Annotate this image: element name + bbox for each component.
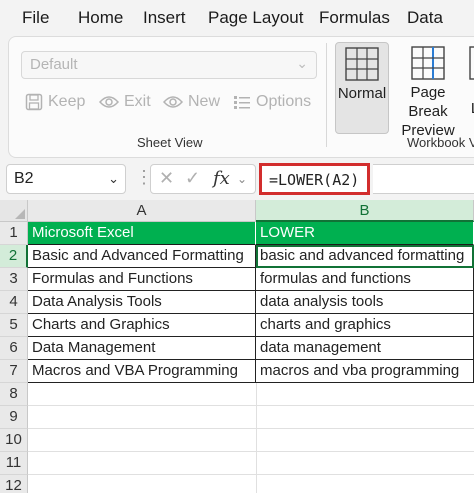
exit-button[interactable]: Exit bbox=[99, 93, 151, 111]
sheet-view-group-label: Sheet View bbox=[137, 135, 203, 150]
eye-icon bbox=[99, 96, 119, 108]
cell-b7[interactable]: macros and vba programming bbox=[256, 360, 474, 383]
ribbon-panel: Default ⌄ Keep Exit New Options Sheet Vi… bbox=[8, 36, 474, 158]
tab-home[interactable]: Home bbox=[78, 8, 123, 28]
cell-b5[interactable]: charts and graphics bbox=[256, 314, 474, 337]
row-header-1[interactable]: 1 bbox=[0, 222, 28, 245]
save-icon bbox=[25, 93, 43, 111]
tab-formulas[interactable]: Formulas bbox=[319, 8, 390, 28]
cell-a6[interactable]: Data Management bbox=[28, 337, 256, 360]
options-button[interactable]: Options bbox=[233, 93, 311, 111]
gridline bbox=[28, 428, 474, 429]
normal-label: Normal bbox=[337, 85, 387, 102]
keep-label: Keep bbox=[48, 93, 86, 110]
row-header-2[interactable]: 2 bbox=[0, 245, 28, 268]
normal-view-icon bbox=[345, 47, 379, 81]
insert-function-button[interactable]: fx bbox=[213, 168, 230, 189]
list-icon bbox=[234, 96, 250, 109]
cell-b6[interactable]: data management bbox=[256, 337, 474, 360]
row-header-5[interactable]: 5 bbox=[0, 314, 28, 337]
chevron-down-icon: ⌄ bbox=[237, 172, 248, 186]
cancel-icon[interactable]: ✕ bbox=[159, 168, 174, 189]
row-header-9[interactable]: 9 bbox=[0, 406, 28, 429]
page-break-preview-button[interactable]: Page Break Preview bbox=[391, 42, 465, 139]
page-break-icon bbox=[411, 46, 445, 80]
select-all-button[interactable] bbox=[0, 200, 28, 222]
chevron-down-icon: ⌄ bbox=[296, 55, 308, 71]
normal-view-button[interactable]: Normal bbox=[335, 42, 389, 134]
row-header-12[interactable]: 12 bbox=[0, 475, 28, 493]
page-layout-view-button[interactable]: L bbox=[469, 42, 474, 132]
cell-b3[interactable]: formulas and functions bbox=[256, 268, 474, 291]
ribbon-separator bbox=[326, 43, 327, 147]
row-header-8[interactable]: 8 bbox=[0, 383, 28, 406]
page-break-label-1: Page Break bbox=[408, 84, 448, 120]
new-label: New bbox=[188, 93, 221, 110]
sheet-view-select[interactable]: Default ⌄ bbox=[21, 51, 317, 79]
eye-add-icon bbox=[163, 96, 183, 108]
formula-bar: B2 ⌄ ⋮ ✕ ✓ fx ⌄ =LOWER(A2) bbox=[0, 160, 474, 200]
page-layout-icon bbox=[469, 46, 474, 80]
options-label: Options bbox=[256, 93, 312, 110]
name-box-value: B2 bbox=[14, 170, 34, 187]
formula-controls: ✕ ✓ fx ⌄ bbox=[150, 164, 256, 194]
cell-a3[interactable]: Formulas and Functions bbox=[28, 268, 256, 291]
gridline bbox=[28, 451, 474, 452]
row-header-6[interactable]: 6 bbox=[0, 337, 28, 360]
formula-input[interactable]: =LOWER(A2) bbox=[259, 163, 370, 195]
name-box[interactable]: B2 ⌄ bbox=[6, 164, 126, 194]
page-layout-label: L bbox=[469, 99, 474, 118]
workbook-views-group-label: Workbook V bbox=[407, 135, 474, 150]
gridline bbox=[28, 405, 474, 406]
formula-input-extension[interactable] bbox=[373, 164, 474, 194]
row-header-4[interactable]: 4 bbox=[0, 291, 28, 314]
ribbon-tabs: File Home Insert Page Layout Formulas Da… bbox=[0, 0, 474, 36]
confirm-icon[interactable]: ✓ bbox=[185, 168, 200, 189]
gridline bbox=[28, 474, 474, 475]
chevron-down-icon: ⌄ bbox=[108, 171, 119, 186]
tab-insert[interactable]: Insert bbox=[143, 8, 186, 28]
column-header-b[interactable]: B bbox=[256, 200, 474, 222]
row-header-3[interactable]: 3 bbox=[0, 268, 28, 291]
cell-a1[interactable]: Microsoft Excel bbox=[28, 222, 256, 245]
column-header-a[interactable]: A bbox=[28, 200, 256, 222]
cell-a7[interactable]: Macros and VBA Programming bbox=[28, 360, 256, 383]
keep-button[interactable]: Keep bbox=[25, 93, 85, 111]
tab-data[interactable]: Data bbox=[407, 8, 443, 28]
new-button[interactable]: New bbox=[163, 93, 220, 111]
row-header-7[interactable]: 7 bbox=[0, 360, 28, 383]
row-header-10[interactable]: 10 bbox=[0, 429, 28, 452]
cell-a2[interactable]: Basic and Advanced Formatting bbox=[28, 245, 256, 268]
cell-b1[interactable]: LOWER bbox=[256, 222, 474, 245]
row-header-11[interactable]: 11 bbox=[0, 452, 28, 475]
spreadsheet-grid: A B 1 2 3 4 5 6 7 8 9 10 11 12 Microsoft Excel LOWE… bbox=[0, 200, 474, 493]
cell-b4[interactable]: data analysis tools bbox=[256, 291, 474, 314]
cell-b2[interactable]: basic and advanced formatting bbox=[256, 245, 474, 268]
exit-label: Exit bbox=[124, 93, 151, 110]
sheet-view-select-value: Default bbox=[30, 56, 78, 73]
gridline bbox=[256, 383, 257, 493]
cell-a5[interactable]: Charts and Graphics bbox=[28, 314, 256, 337]
tab-file[interactable]: File bbox=[22, 8, 49, 28]
tab-page-layout[interactable]: Page Layout bbox=[208, 8, 303, 28]
cell-a4[interactable]: Data Analysis Tools bbox=[28, 291, 256, 314]
